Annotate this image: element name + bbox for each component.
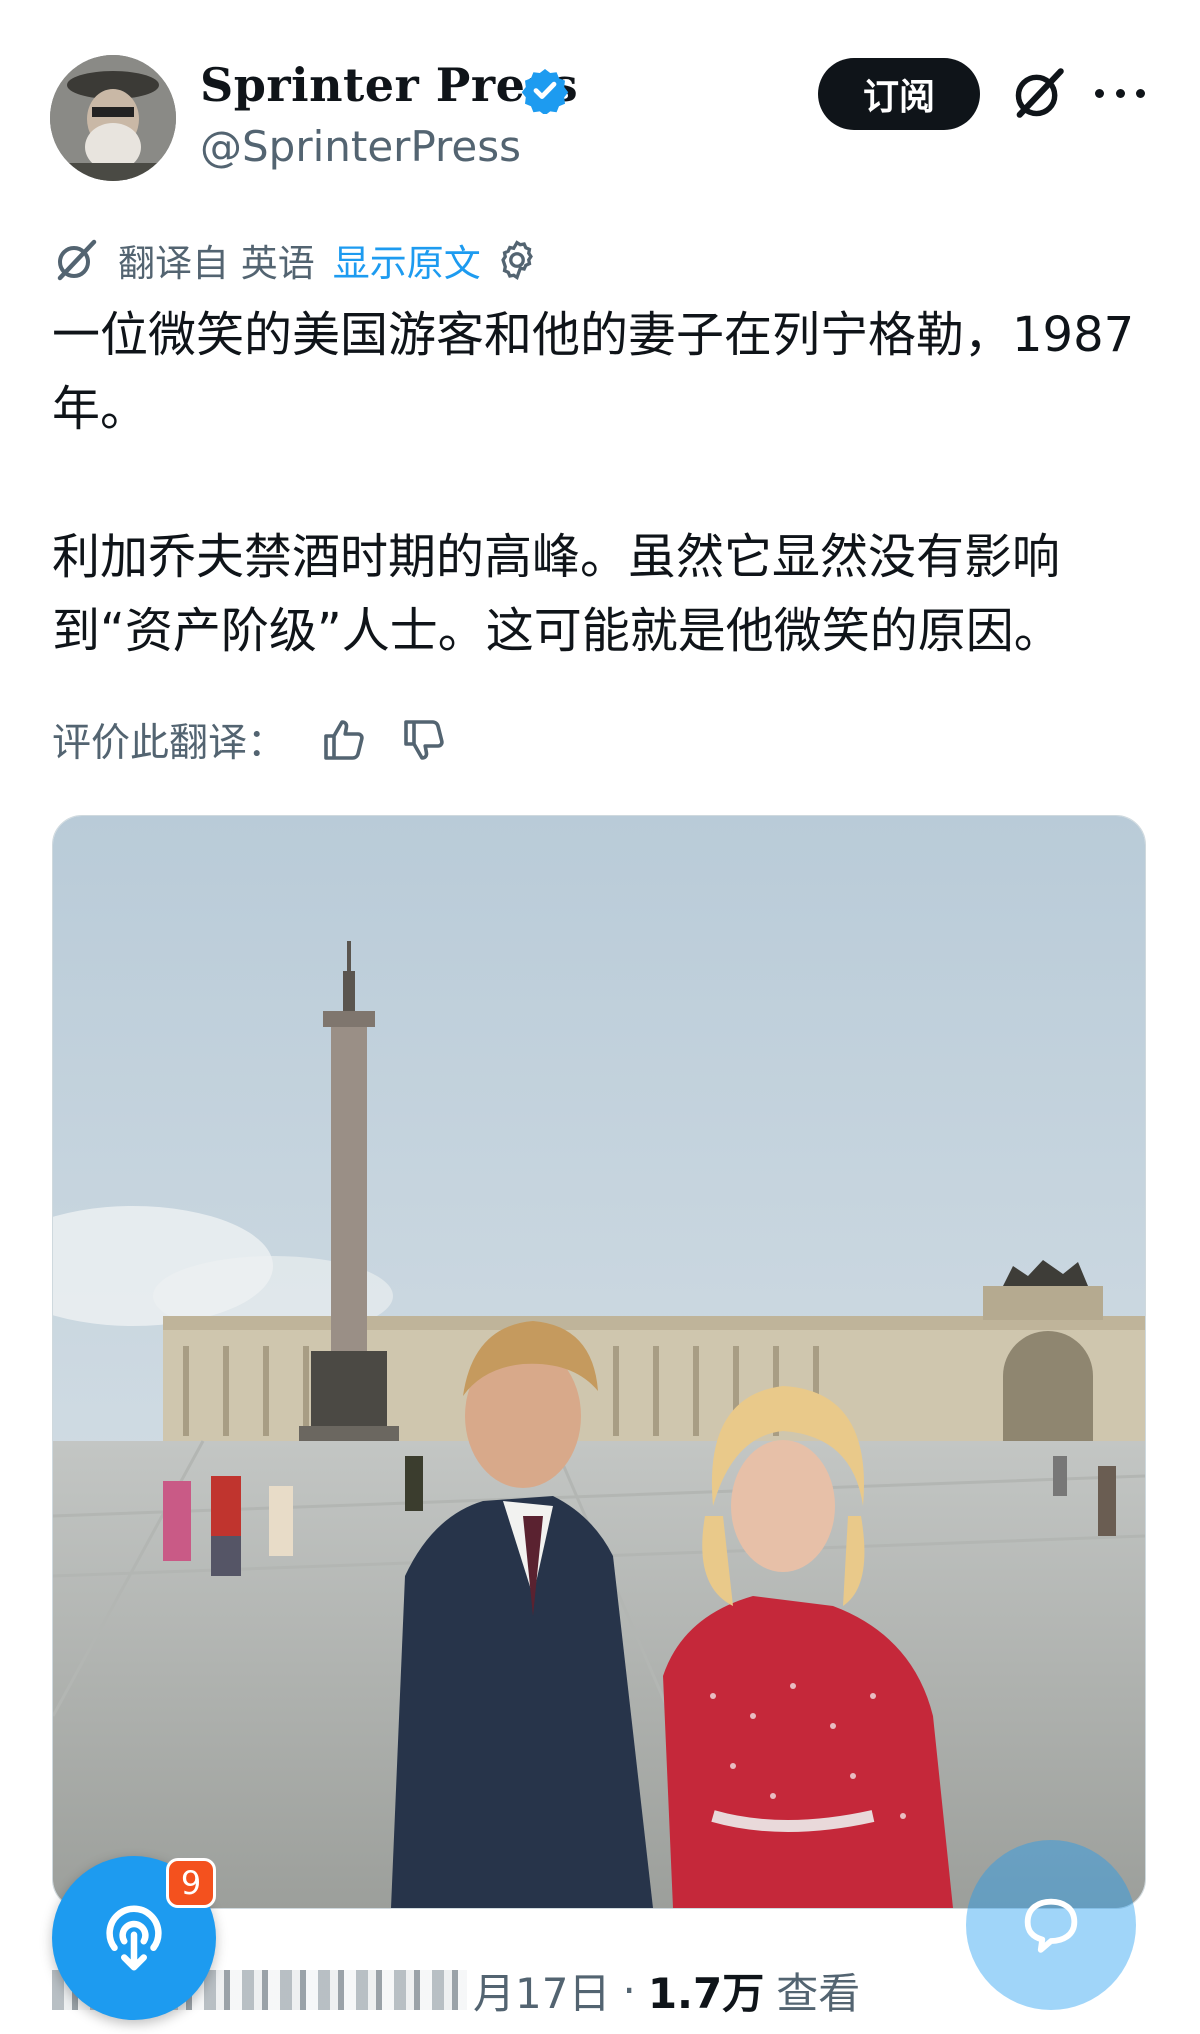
verified-badge-icon bbox=[521, 69, 569, 114]
translated-from-label: 翻译自 英语 bbox=[118, 242, 315, 285]
translate-icon bbox=[57, 239, 97, 281]
views-label: 查看 bbox=[776, 1968, 861, 2018]
translation-row: 翻译自 英语 显示原文 bbox=[52, 233, 539, 287]
avatar[interactable] bbox=[50, 55, 176, 181]
spaces-icon bbox=[106, 1905, 162, 1971]
show-original-link[interactable]: 显示原文 bbox=[333, 233, 481, 287]
post-paragraph-1: 一位微笑的美国游客和他的妻子在列宁格勒，1987年。 bbox=[52, 307, 1135, 437]
meta-separator: · bbox=[622, 1965, 636, 2015]
views-count: 1.7万 bbox=[647, 1968, 765, 2018]
chat-fab-button[interactable] bbox=[966, 1840, 1136, 2010]
more-icon[interactable] bbox=[1095, 64, 1145, 122]
chat-bubble-icon bbox=[1024, 1898, 1078, 1953]
thumbs-up-icon[interactable] bbox=[320, 716, 368, 764]
grok-icon[interactable] bbox=[1010, 64, 1068, 122]
rate-translation-label: 评价此翻译： bbox=[52, 721, 287, 766]
post-photo[interactable] bbox=[52, 815, 1146, 1909]
post-text: 一位微笑的美国游客和他的妻子在列宁格勒，1987年。 利加乔夫禁酒时期的高峰。虽… bbox=[52, 298, 1162, 668]
rate-translation-row: 评价此翻译： bbox=[52, 712, 448, 768]
thumbs-down-icon[interactable] bbox=[400, 716, 448, 764]
subscribe-button[interactable]: 订阅 bbox=[818, 58, 980, 130]
spaces-badge: 9 bbox=[166, 1858, 216, 1908]
status-bar bbox=[0, 0, 1200, 18]
post-paragraph-2: 利加乔夫禁酒时期的高峰。虽然它显然没有影响到“资产阶级”人士。这可能就是他微笑的… bbox=[52, 529, 1062, 659]
gear-icon[interactable] bbox=[495, 238, 539, 282]
post-date: 月17日 bbox=[473, 1968, 611, 2018]
handle[interactable]: @SprinterPress bbox=[200, 122, 521, 171]
